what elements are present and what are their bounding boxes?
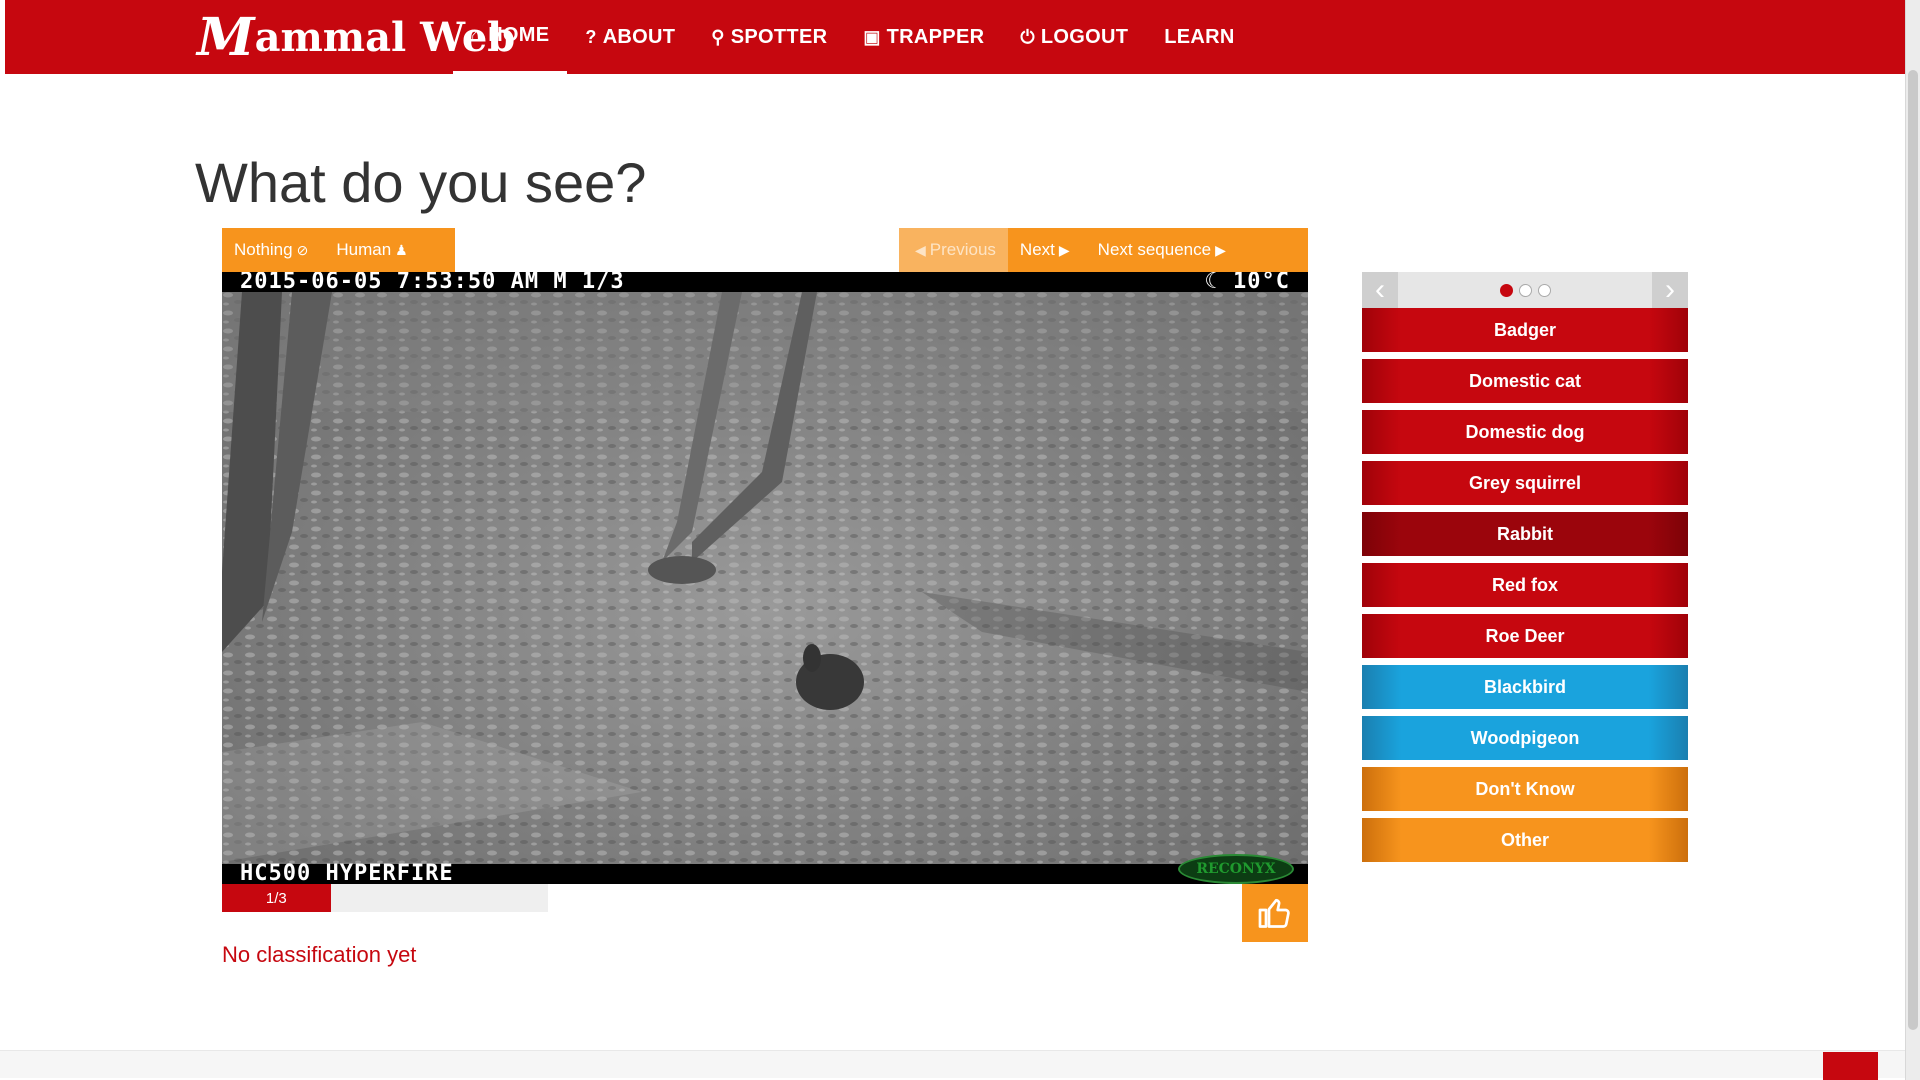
chevron-right-icon: › (1665, 273, 1675, 306)
nothing-button[interactable]: Nothing ⊘ (222, 228, 324, 272)
species-button-woodpigeon[interactable]: Woodpigeon (1362, 716, 1688, 760)
footer (0, 1050, 1905, 1078)
previous-label: Previous (929, 240, 996, 259)
species-carousel-nav: ‹ › (1362, 272, 1688, 308)
moon-icon: ☾ (1204, 272, 1234, 294)
scrollbar-thumb[interactable] (1908, 70, 1918, 1030)
footer-red-block[interactable] (1823, 1052, 1878, 1080)
carousel-dot[interactable] (1499, 284, 1513, 297)
nav-trapper[interactable]: ▣ TRAPPER (845, 0, 1002, 74)
species-list: Badger Domestic cat Domestic dog Grey squir… (1362, 308, 1688, 862)
classification-status: No classification yet (222, 942, 417, 967)
carousel-dots (1362, 284, 1688, 297)
arrow-right-circle-icon: ▶ (1058, 241, 1070, 258)
nav-learn-label: LEARN (1164, 25, 1235, 48)
species-panel: ‹ › Badger Domestic cat Domestic dog Grey s… (1362, 272, 1688, 862)
forest-scene (222, 272, 1308, 884)
nav-about[interactable]: ? ABOUT (567, 0, 693, 74)
nav-home[interactable]: ⌂ HOME (453, 0, 568, 74)
temperature-value: 10°C (1233, 272, 1290, 294)
nothing-label: Nothing (234, 240, 293, 259)
carousel-next-button[interactable]: › (1652, 272, 1688, 308)
species-button-red-fox[interactable]: Red fox (1362, 563, 1688, 607)
camera-model-bar: HC500 HYPERFIRE (222, 861, 1308, 885)
species-button-rabbit[interactable]: Rabbit (1362, 512, 1688, 556)
species-button-badger[interactable]: Badger (1362, 308, 1688, 352)
nav-menu: ⌂ HOME ? ABOUT ⚲ SPOTTER ▣ TRAPPER ⏻ LOGOUT L… (453, 0, 1253, 74)
sequence-progress-fill: 1/3 (222, 884, 331, 912)
human-label: Human (336, 240, 392, 259)
previous-button[interactable]: ◀ Previous (899, 228, 1008, 272)
toolbar-right: ◀ Previous Next ▶ Next sequence ▶ (899, 228, 1308, 272)
logo-initial: M (197, 6, 255, 68)
next-button[interactable]: Next ▶ (1008, 228, 1086, 272)
next-sequence-button[interactable]: Next sequence ▶ (1086, 228, 1242, 272)
nav-spotter-label: SPOTTER (730, 25, 828, 48)
species-button-blackbird[interactable]: Blackbird (1362, 665, 1688, 709)
camera-temperature: ☾ 10°C (1204, 272, 1290, 294)
navbar: Mammal Web ⌂ HOME ? ABOUT ⚲ SPOTTER ▣ TRAPPE… (5, 0, 1905, 74)
camera-info-bar: 2015-06-05 7:53:50 AM M 1/3 ☾ 10°C (222, 272, 1308, 294)
species-button-other[interactable]: Other (1362, 818, 1688, 862)
arrow-right-circle-icon: ▶ (1215, 241, 1226, 258)
nav-learn[interactable]: LEARN (1146, 0, 1252, 74)
camera-model: HC500 HYPERFIRE (240, 861, 454, 885)
person-icon: ♟ (395, 241, 408, 258)
next-sequence-label: Next sequence (1097, 240, 1212, 259)
nav-logout-label: LOGOUT (1040, 25, 1129, 48)
page-title: What do you see? (195, 151, 647, 214)
nav-about-label: ABOUT (602, 25, 676, 48)
camera-icon: ▣ (863, 26, 881, 47)
arrow-left-circle-icon: ◀ (915, 241, 926, 258)
sequence-progress: 1/3 (222, 884, 548, 912)
home-icon: ⌂ (471, 25, 483, 45)
carousel-dot[interactable] (1537, 284, 1551, 297)
nav-trapper-label: TRAPPER (886, 25, 985, 48)
question-icon: ? (585, 26, 597, 47)
species-button-roe-deer[interactable]: Roe Deer (1362, 614, 1688, 658)
species-button-grey-squirrel[interactable]: Grey squirrel (1362, 461, 1688, 505)
like-button[interactable] (1242, 884, 1308, 942)
camera-trap-image[interactable]: 2015-06-05 7:53:50 AM M 1/3 ☾ 10°C HC500… (222, 272, 1308, 884)
species-button-domestic-dog[interactable]: Domestic dog (1362, 410, 1688, 454)
camera-brand-logo: RECONYX (1178, 854, 1294, 884)
scrollbar[interactable] (1905, 0, 1920, 1080)
carousel-dot[interactable] (1518, 284, 1532, 297)
ban-icon: ⊘ (296, 241, 309, 258)
next-label: Next (1019, 240, 1055, 259)
nav-spotter[interactable]: ⚲ SPOTTER (693, 0, 845, 74)
human-button[interactable]: Human ♟ (324, 228, 423, 272)
species-button-don-t-know[interactable]: Don't Know (1362, 767, 1688, 811)
app: Mammal Web ⌂ HOME ? ABOUT ⚲ SPOTTER ▣ TRAPPE… (0, 0, 1920, 1080)
power-icon: ⏻ (1020, 26, 1035, 47)
camera-timestamp: 2015-06-05 7:53:50 AM M 1/3 (240, 272, 625, 294)
thumbs-up-icon (1258, 898, 1290, 928)
nav-logout[interactable]: ⏻ LOGOUT (1002, 0, 1146, 74)
toolbar-left: Nothing ⊘ Human ♟ (222, 228, 455, 272)
search-icon: ⚲ (711, 26, 725, 47)
species-button-domestic-cat[interactable]: Domestic cat (1362, 359, 1688, 403)
nav-home-label: HOME (488, 24, 550, 46)
